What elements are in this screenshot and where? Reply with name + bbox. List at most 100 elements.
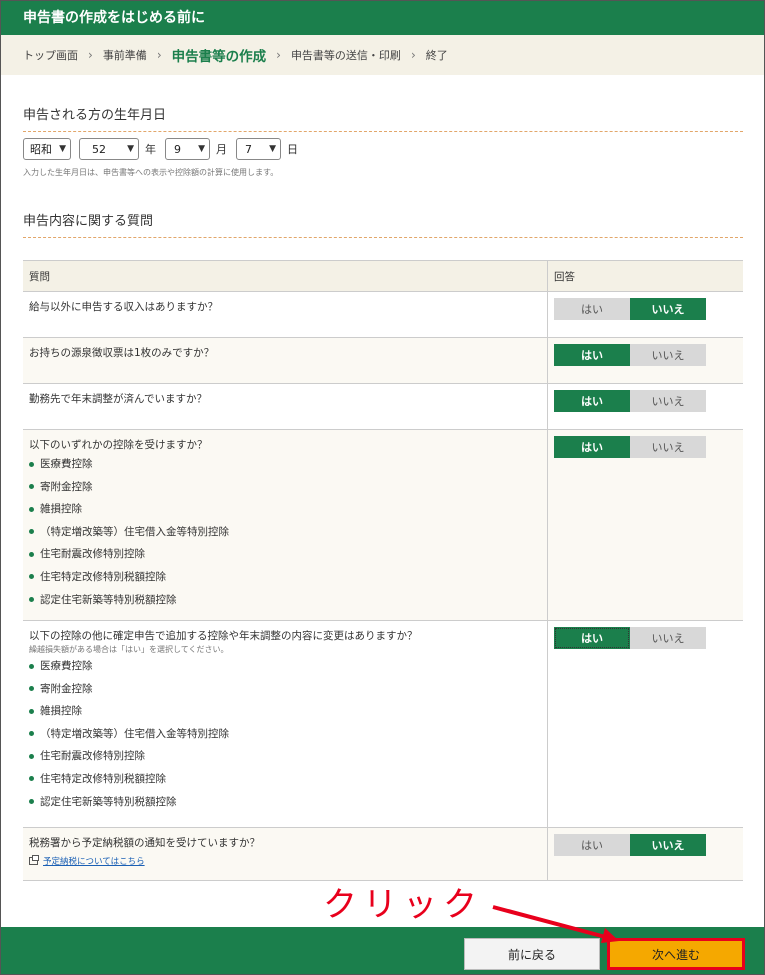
bullet-icon xyxy=(29,663,34,669)
bullet-icon xyxy=(29,484,34,490)
no-button[interactable]: いいえ xyxy=(630,298,706,320)
bullet-icon xyxy=(29,551,34,557)
bullet-icon xyxy=(29,574,34,580)
breadcrumb-item-end: 終了 xyxy=(425,49,448,62)
table-row: 以下のいずれかの控除を受けますか？ 医療費控除 寄附金控除 雑損控除 （特定増改… xyxy=(23,430,743,621)
bullet-icon xyxy=(29,506,34,512)
no-button[interactable]: いいえ xyxy=(630,834,706,856)
yes-button[interactable]: はい xyxy=(554,627,630,649)
next-button[interactable]: 次へ進む xyxy=(607,938,745,970)
day-select[interactable]: 7 ▼ xyxy=(236,138,281,160)
no-button[interactable]: いいえ xyxy=(630,627,706,649)
list-item: 住宅耐震改修特別控除 xyxy=(29,749,541,763)
yes-button[interactable]: はい xyxy=(554,436,630,458)
chevron-right-icon: › xyxy=(276,48,281,62)
chevron-right-icon: › xyxy=(156,48,162,62)
day-unit: 日 xyxy=(287,143,298,156)
questions-table: 質問 回答 給与以外に申告する収入はありますか？ はい いいえ お持ちの源泉徴収… xyxy=(23,260,743,881)
question-text: 税務署から予定納税額の通知を受けていますか？ xyxy=(29,837,260,849)
table-row: 給与以外に申告する収入はありますか？ はい いいえ xyxy=(23,292,743,338)
bullet-icon xyxy=(29,776,34,782)
month-value: 9 xyxy=(174,142,181,156)
breadcrumb-item-send: 申告書等の送信・印刷 xyxy=(290,49,401,62)
bullet-icon xyxy=(29,708,34,714)
list-item: 寄附金控除 xyxy=(29,480,541,494)
yes-button[interactable]: はい xyxy=(554,834,630,856)
table-row: 以下の控除の他に確定申告で追加する控除や年末調整の内容に変更はありますか？ 繰越… xyxy=(23,621,743,828)
list-item: 寄附金控除 xyxy=(29,682,541,696)
table-row: 勤務先で年末調整が済んでいますか？ はい いいえ xyxy=(23,384,743,430)
breadcrumb-item-prep: 事前準備 xyxy=(102,49,147,62)
questions-heading: 申告内容に関する質問 xyxy=(23,210,743,238)
window-icon xyxy=(29,855,39,865)
chevron-right-icon: › xyxy=(88,48,93,62)
answer-toggle: はい いいえ xyxy=(554,298,706,320)
footer-bar: 前に戻る 次へ進む xyxy=(1,927,764,974)
bullet-icon xyxy=(29,461,34,467)
table-row: 税務署から予定納税額の通知を受けていますか？ 予定納税についてはこちら はい い… xyxy=(23,828,743,881)
bullet-icon xyxy=(29,529,34,535)
era-select[interactable]: 昭和 ▼ xyxy=(23,138,71,160)
answer-toggle: はい いいえ xyxy=(554,627,706,649)
breadcrumb-item-current: 申告書等の作成 xyxy=(171,49,267,65)
list-item: 認定住宅新築等特別税額控除 xyxy=(29,795,541,809)
yes-button[interactable]: はい xyxy=(554,390,630,412)
list-item: 住宅耐震改修特別控除 xyxy=(29,547,541,561)
year-unit: 年 xyxy=(145,143,156,156)
yes-button[interactable]: はい xyxy=(554,344,630,366)
bullet-icon xyxy=(29,753,34,759)
yes-button[interactable]: はい xyxy=(554,298,630,320)
info-link-row: 予定納税についてはこちら xyxy=(29,855,541,867)
table-row: お持ちの源泉徴収票は1枚のみですか？ はい いいえ xyxy=(23,338,743,384)
list-item: 雑損控除 xyxy=(29,502,541,516)
question-text: 勤務先で年末調整が済んでいますか？ xyxy=(29,393,207,405)
answer-toggle: はい いいえ xyxy=(554,436,706,458)
month-unit: 月 xyxy=(216,143,227,156)
breadcrumb: トップ画面 › 事前準備 › 申告書等の作成 › 申告書等の送信・印刷 › 終了 xyxy=(1,35,764,75)
month-select[interactable]: 9 ▼ xyxy=(165,138,210,160)
dob-note: 入力した生年月日は、申告書等への表示や控除額の計算に使用します。 xyxy=(23,168,279,177)
col-question-header: 質問 xyxy=(23,261,548,291)
answer-toggle: はい いいえ xyxy=(554,834,706,856)
back-button[interactable]: 前に戻る xyxy=(464,938,600,970)
chevron-down-icon: ▼ xyxy=(198,144,205,154)
bullet-icon xyxy=(29,686,34,692)
list-item: 医療費控除 xyxy=(29,457,541,471)
year-select[interactable]: 52 ▼ xyxy=(79,138,139,160)
list-item: 医療費控除 xyxy=(29,659,541,673)
click-annotation: クリック xyxy=(323,885,483,925)
page-frame: 申告書の作成をはじめる前に トップ画面 › 事前準備 › 申告書等の作成 › 申… xyxy=(0,0,765,975)
list-item: 雑損控除 xyxy=(29,704,541,718)
year-value: 52 xyxy=(92,142,106,156)
deduction-list: 医療費控除 寄附金控除 雑損控除 （特定増改築等）住宅借入金等特別控除 住宅耐震… xyxy=(29,659,541,809)
answer-toggle: はい いいえ xyxy=(554,390,706,412)
no-button[interactable]: いいえ xyxy=(630,344,706,366)
page-title: 申告書の作成をはじめる前に xyxy=(1,1,764,35)
dob-heading: 申告される方の生年月日 xyxy=(23,104,743,132)
chevron-down-icon: ▼ xyxy=(59,144,66,154)
bullet-icon xyxy=(29,731,34,737)
col-answer-header: 回答 xyxy=(554,270,575,283)
answer-toggle: はい いいえ xyxy=(554,344,706,366)
list-item: （特定増改築等）住宅借入金等特別控除 xyxy=(29,525,541,539)
chevron-down-icon: ▼ xyxy=(269,144,276,154)
bullet-icon xyxy=(29,597,34,603)
list-item: 認定住宅新築等特別税額控除 xyxy=(29,593,541,607)
question-text: 給与以外に申告する収入はありますか？ xyxy=(29,301,218,313)
list-item: 住宅特定改修特別税額控除 xyxy=(29,570,541,584)
bullet-icon xyxy=(29,799,34,805)
list-item: （特定増改築等）住宅借入金等特別控除 xyxy=(29,727,541,741)
question-subnote: 繰越損失額がある場合は「はい」を選択してください。 xyxy=(29,645,229,654)
question-text: お持ちの源泉徴収票は1枚のみですか？ xyxy=(29,347,215,359)
dob-row: 昭和 ▼ 52 ▼ 年 9 ▼ 月 7 ▼ 日 xyxy=(23,138,307,160)
prepayment-info-link[interactable]: 予定納税についてはこちら xyxy=(43,855,145,867)
no-button[interactable]: いいえ xyxy=(630,436,706,458)
chevron-right-icon: › xyxy=(410,48,416,62)
deduction-list: 医療費控除 寄附金控除 雑損控除 （特定増改築等）住宅借入金等特別控除 住宅耐震… xyxy=(29,457,541,607)
table-header: 質問 回答 xyxy=(23,261,743,292)
list-item: 住宅特定改修特別税額控除 xyxy=(29,772,541,786)
day-value: 7 xyxy=(245,142,252,156)
no-button[interactable]: いいえ xyxy=(630,390,706,412)
era-value: 昭和 xyxy=(30,143,52,156)
breadcrumb-item-top: トップ画面 xyxy=(23,49,78,62)
